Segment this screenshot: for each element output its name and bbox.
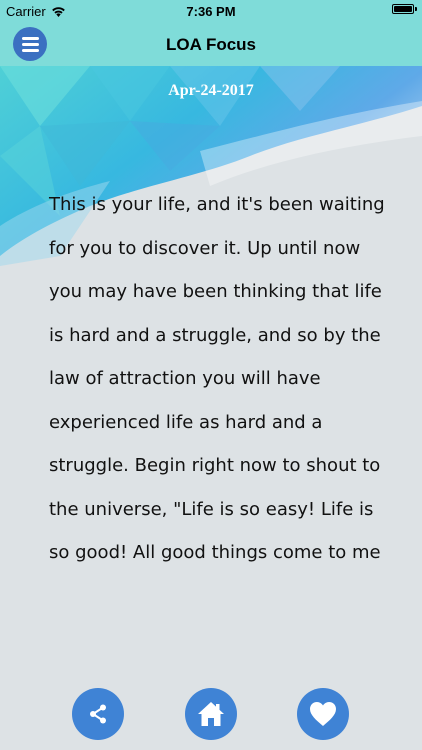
page-title: LOA Focus bbox=[165, 35, 257, 54]
status-bar: Carrier 7:36 PM bbox=[0, 0, 422, 22]
heart-icon bbox=[310, 702, 336, 726]
share-icon bbox=[90, 704, 106, 724]
share-button[interactable] bbox=[72, 688, 124, 740]
favorite-button[interactable] bbox=[297, 688, 349, 740]
home-icon bbox=[198, 702, 224, 726]
battery-icon bbox=[392, 4, 417, 14]
status-right bbox=[392, 4, 417, 14]
date-label: Apr-24-2017 bbox=[168, 82, 254, 99]
battery-level bbox=[394, 6, 412, 12]
quote-text: This is your life, and it's been waiting… bbox=[49, 194, 385, 563]
home-button[interactable] bbox=[185, 688, 237, 740]
status-time: 7:36 PM bbox=[186, 4, 236, 19]
nav-bar: LOA Focus bbox=[0, 22, 422, 66]
